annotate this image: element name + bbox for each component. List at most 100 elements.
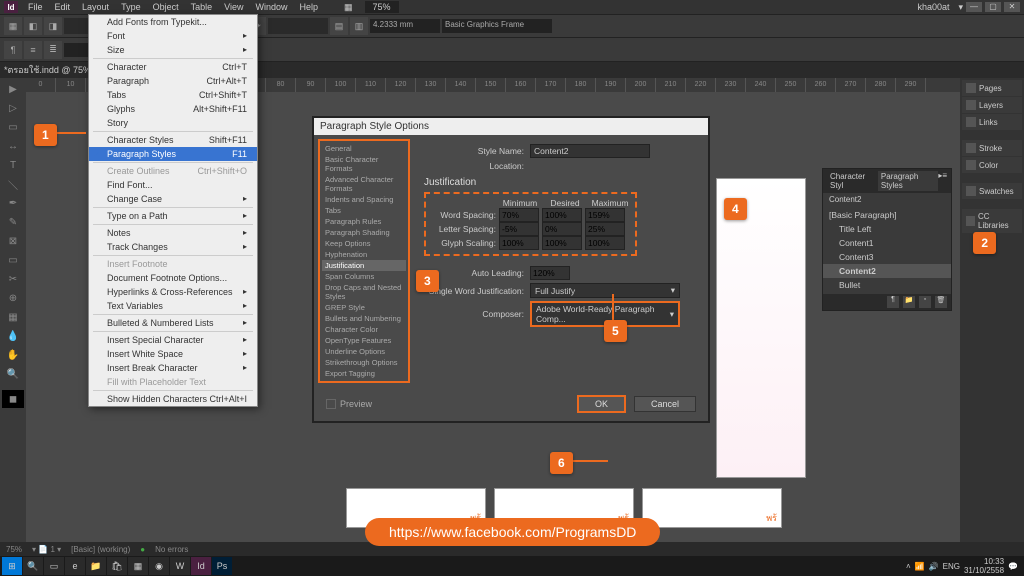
line-tool[interactable]: ＼ bbox=[2, 175, 24, 193]
selection-tool[interactable]: ▶ bbox=[2, 80, 24, 98]
menu-item-paragraph[interactable]: ParagraphCtrl+Alt+T bbox=[89, 74, 257, 88]
menu-item-size[interactable]: Size▸ bbox=[89, 43, 257, 57]
style-row[interactable]: Bullet bbox=[823, 278, 951, 292]
store-icon[interactable]: 🛍 bbox=[107, 557, 127, 575]
menu-item-bulleted-numbered-lists[interactable]: Bulleted & Numbered Lists▸ bbox=[89, 316, 257, 330]
category-indents-and-spacing[interactable]: Indents and Spacing bbox=[322, 194, 406, 205]
tool-icon[interactable]: ◧ bbox=[24, 17, 42, 35]
panel-swatches[interactable]: Swatches bbox=[962, 183, 1022, 199]
scissors-tool[interactable]: ✂ bbox=[2, 270, 24, 288]
category-opentype-features[interactable]: OpenType Features bbox=[322, 335, 406, 346]
panel-stroke[interactable]: Stroke bbox=[962, 140, 1022, 156]
style-row[interactable]: Title Left bbox=[823, 222, 951, 236]
tray-notifications-icon[interactable]: 💬 bbox=[1008, 562, 1018, 571]
panel-cc-libraries[interactable]: CC Libraries bbox=[962, 209, 1022, 233]
menu-table[interactable]: Table bbox=[185, 2, 219, 12]
type-tool[interactable]: T bbox=[2, 156, 24, 174]
menu-layout[interactable]: Layout bbox=[76, 2, 115, 12]
style-row[interactable]: Content1 bbox=[823, 236, 951, 250]
category-bullets-and-numbering[interactable]: Bullets and Numbering bbox=[322, 313, 406, 324]
menu-object[interactable]: Object bbox=[147, 2, 185, 12]
start-button[interactable]: ⊞ bbox=[2, 557, 22, 575]
style-row[interactable]: Content3 bbox=[823, 250, 951, 264]
tab-paragraph-styles[interactable]: Paragraph Styles bbox=[878, 171, 938, 191]
category-justification[interactable]: Justification bbox=[322, 260, 406, 271]
menu-item-change-case[interactable]: Change Case▸ bbox=[89, 192, 257, 206]
tray-lang[interactable]: ENG bbox=[943, 562, 960, 571]
fill-stroke[interactable]: ◼ bbox=[2, 390, 24, 408]
menu-item-document-footnote-options-[interactable]: Document Footnote Options... bbox=[89, 271, 257, 285]
menu-item-tabs[interactable]: TabsCtrl+Shift+T bbox=[89, 88, 257, 102]
panel-color[interactable]: Color bbox=[962, 157, 1022, 173]
menu-item-glyphs[interactable]: GlyphsAlt+Shift+F11 bbox=[89, 102, 257, 116]
chrome-icon[interactable]: ◉ bbox=[149, 557, 169, 575]
align-icon[interactable]: ≣ bbox=[44, 41, 62, 59]
indesign-taskbar-icon[interactable]: Id bbox=[191, 557, 211, 575]
menu-file[interactable]: File bbox=[22, 2, 49, 12]
menu-item-track-changes[interactable]: Track Changes▸ bbox=[89, 240, 257, 254]
category-paragraph-rules[interactable]: Paragraph Rules bbox=[322, 216, 406, 227]
category-grep-style[interactable]: GREP Style bbox=[322, 302, 406, 313]
letter-max[interactable] bbox=[585, 222, 625, 236]
category-basic-character-formats[interactable]: Basic Character Formats bbox=[322, 154, 406, 174]
panel-layers[interactable]: Layers bbox=[962, 97, 1022, 113]
menu-item-find-font-[interactable]: Find Font... bbox=[89, 178, 257, 192]
style-row[interactable]: Content2 bbox=[823, 264, 951, 278]
bridge-icon[interactable]: ▦ bbox=[344, 2, 353, 13]
menu-item-character-styles[interactable]: Character StylesShift+F11 bbox=[89, 133, 257, 147]
menu-item-character[interactable]: CharacterCtrl+T bbox=[89, 60, 257, 74]
app-icon[interactable]: ▦ bbox=[128, 557, 148, 575]
word-des[interactable] bbox=[542, 208, 582, 222]
category-span-columns[interactable]: Span Columns bbox=[322, 271, 406, 282]
menu-item-font[interactable]: Font▸ bbox=[89, 29, 257, 43]
style-row[interactable]: [Basic Paragraph] bbox=[823, 208, 951, 222]
category-keep-options[interactable]: Keep Options bbox=[322, 238, 406, 249]
word-max[interactable] bbox=[585, 208, 625, 222]
letter-des[interactable] bbox=[542, 222, 582, 236]
category-character-color[interactable]: Character Color bbox=[322, 324, 406, 335]
document-page[interactable]: พร้ bbox=[642, 488, 782, 528]
glyph-des[interactable] bbox=[542, 236, 582, 250]
frame-tool[interactable]: ⊠ bbox=[2, 232, 24, 250]
tool-icon[interactable]: ◨ bbox=[44, 17, 62, 35]
clear-override-icon[interactable]: ¶ bbox=[887, 296, 899, 308]
ok-button[interactable]: OK bbox=[577, 395, 626, 413]
menu-item-insert-special-character[interactable]: Insert Special Character▸ bbox=[89, 333, 257, 347]
category-paragraph-shading[interactable]: Paragraph Shading bbox=[322, 227, 406, 238]
align-icon[interactable]: ¶ bbox=[4, 41, 22, 59]
panel-links[interactable]: Links bbox=[962, 114, 1022, 130]
document-page[interactable] bbox=[716, 178, 806, 478]
menu-item-add-fonts-from-typekit-[interactable]: Add Fonts from Typekit... bbox=[89, 15, 257, 29]
photoshop-icon[interactable]: Ps bbox=[212, 557, 232, 575]
auto-leading-input[interactable] bbox=[530, 266, 570, 280]
tray-network-icon[interactable]: 📶 bbox=[915, 562, 925, 571]
glyph-max[interactable] bbox=[585, 236, 625, 250]
direct-select-tool[interactable]: ▷ bbox=[2, 99, 24, 117]
edge-icon[interactable]: e bbox=[65, 557, 85, 575]
align-icon[interactable]: ≡ bbox=[24, 41, 42, 59]
hand-tool[interactable]: ✋ bbox=[2, 346, 24, 364]
new-style-icon[interactable]: ▫ bbox=[919, 296, 931, 308]
panel-field[interactable]: Basic Graphics Frame bbox=[442, 19, 552, 33]
category-strikethrough-options[interactable]: Strikethrough Options bbox=[322, 357, 406, 368]
close-button[interactable]: ✕ bbox=[1004, 2, 1020, 12]
rectangle-tool[interactable]: ▭ bbox=[2, 251, 24, 269]
category-advanced-character-formats[interactable]: Advanced Character Formats bbox=[322, 174, 406, 194]
tab-character-styles[interactable]: Character Styl bbox=[827, 171, 878, 191]
category-underline-options[interactable]: Underline Options bbox=[322, 346, 406, 357]
preview-checkbox[interactable]: Preview bbox=[326, 399, 372, 409]
menu-view[interactable]: View bbox=[218, 2, 249, 12]
panel-menu-icon[interactable]: ▸≡ bbox=[938, 171, 947, 191]
panel-pages[interactable]: Pages bbox=[962, 80, 1022, 96]
cancel-button[interactable]: Cancel bbox=[634, 396, 696, 412]
tool-icon[interactable]: ▦ bbox=[4, 17, 22, 35]
gradient-tool[interactable]: ▦ bbox=[2, 308, 24, 326]
gap-tool[interactable]: ↔ bbox=[2, 137, 24, 155]
menu-item-insert-white-space[interactable]: Insert White Space▸ bbox=[89, 347, 257, 361]
menu-item-type-on-a-path[interactable]: Type on a Path▸ bbox=[89, 209, 257, 223]
document-tab[interactable]: *ตรอยใช้.indd @ 75% bbox=[4, 63, 91, 77]
pen-tool[interactable]: ✒ bbox=[2, 194, 24, 212]
glyph-min[interactable] bbox=[499, 236, 539, 250]
category-drop-caps-and-nested-styles[interactable]: Drop Caps and Nested Styles bbox=[322, 282, 406, 302]
pencil-tool[interactable]: ✎ bbox=[2, 213, 24, 231]
